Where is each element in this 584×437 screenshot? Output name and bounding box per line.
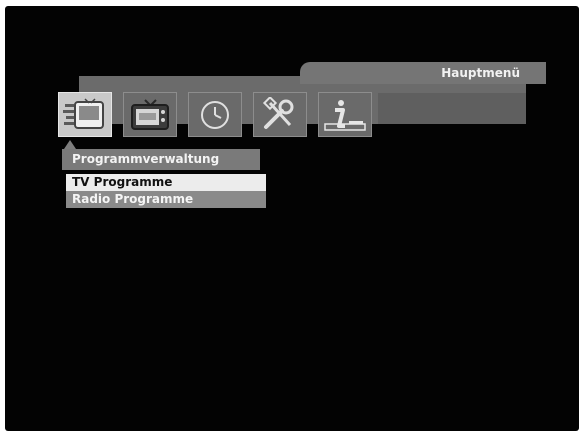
tv-screen: Hauptmenü Programmverwaltung TV Programm… [5,6,579,431]
tab-tv[interactable] [123,92,177,137]
tab-channel-management[interactable] [58,92,112,137]
tab-timer[interactable] [188,92,242,137]
header-side-panel [378,93,526,124]
selection-caret [64,140,76,149]
menu-window-title: Hauptmenü [441,66,520,80]
title-tab: Hauptmenü [300,62,546,84]
tab-settings[interactable] [253,92,307,137]
menu-item-radio-programme[interactable]: Radio Programme [66,191,266,208]
submenu-title: Programmverwaltung [62,149,260,170]
tab-information[interactable] [318,92,372,137]
channel-management-icon [63,97,104,129]
info-icon [324,99,366,131]
clock-icon [201,100,229,129]
submenu-list: TV Programme Radio Programme [66,174,266,208]
tv-icon [131,98,169,130]
tools-icon [262,96,294,129]
menu-item-tv-programme[interactable]: TV Programme [66,174,266,191]
